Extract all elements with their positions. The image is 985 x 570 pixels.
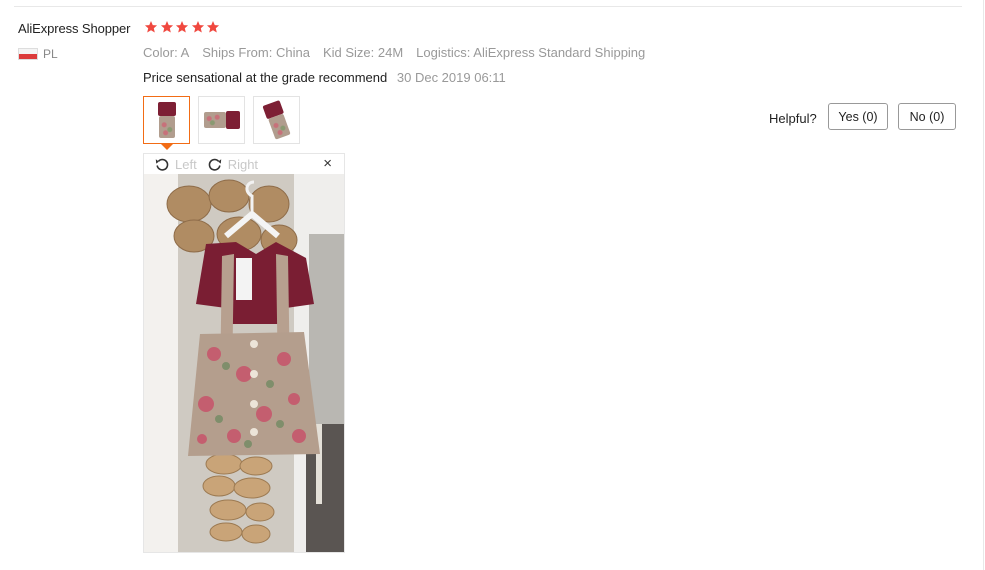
review-thumbnails (143, 96, 308, 150)
star-icon (160, 20, 174, 34)
section-divider (14, 6, 962, 7)
helpful-question: Helpful? (769, 111, 817, 126)
attribute-ships-from: Ships From: China (202, 45, 310, 60)
review-date: 30 Dec 2019 06:11 (396, 70, 506, 85)
review-text: Price sensational at the grade recommend (143, 70, 388, 85)
rotate-left-label: Left (175, 156, 197, 172)
rotate-right-button[interactable]: Right (207, 156, 258, 172)
rating-stars (144, 20, 222, 34)
thumbnail-image (156, 98, 178, 142)
review-body: Price sensational at the grade recommend… (143, 70, 506, 85)
reviewer-name: AliExpress Shopper (18, 21, 131, 36)
image-viewer: Left Right × (143, 153, 345, 553)
poland-flag-icon (18, 48, 38, 60)
star-icon (206, 20, 220, 34)
active-thumbnail-caret (161, 144, 173, 150)
attribute-color: Color: A (143, 45, 190, 60)
star-icon (144, 20, 158, 34)
scrollbar-edge (983, 0, 984, 570)
helpful-yes-button[interactable]: Yes (0) (828, 103, 888, 130)
rotate-right-label: Right (227, 156, 259, 172)
rotate-left-icon (155, 158, 169, 171)
star-icon (175, 20, 189, 34)
thumbnail-3[interactable] (253, 96, 300, 144)
helpful-no-button[interactable]: No (0) (898, 103, 956, 130)
attribute-kid-size: Kid Size: 24M (322, 45, 404, 60)
attribute-logistics: Logistics: AliExpress Standard Shipping (416, 45, 646, 60)
star-icon (191, 20, 205, 34)
country-code: PL (43, 47, 58, 61)
thumbnail-image (259, 96, 295, 145)
rotate-left-button[interactable]: Left (154, 156, 197, 172)
close-icon[interactable]: × (323, 156, 332, 171)
rotate-right-icon (208, 158, 221, 171)
viewer-toolbar: Left Right × (144, 154, 344, 174)
thumbnail-2[interactable] (198, 96, 245, 144)
thumbnail-image (200, 109, 244, 131)
order-attributes: Color: A Ships From: China Kid Size: 24M… (143, 45, 658, 60)
thumbnail-1[interactable] (143, 96, 190, 150)
reviewer-country: PL (18, 47, 58, 61)
review-photo-large (144, 174, 344, 552)
